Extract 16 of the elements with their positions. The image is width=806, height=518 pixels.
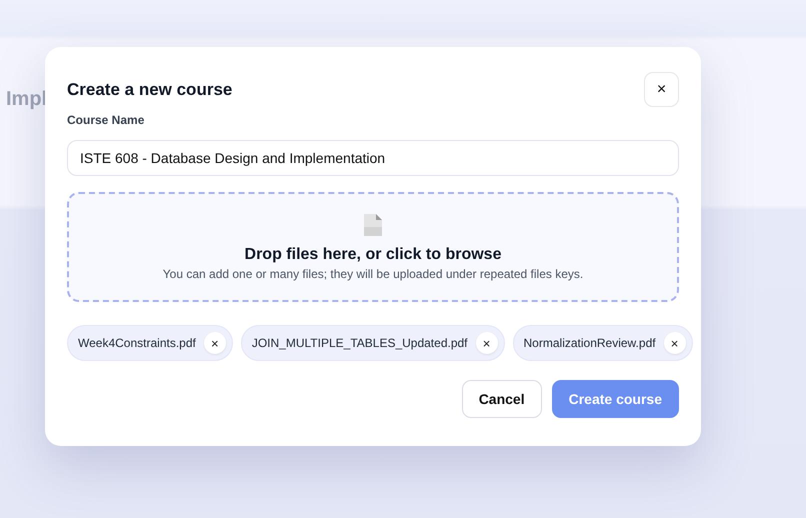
card-title: Impl [6,88,48,111]
dropzone-hint: You can add one or many files; they will be uploaded under repeated files keys. [162,267,584,281]
course-name-field[interactable]: ISTE 608 - Database Design and Implementation [67,140,679,176]
document-icon [363,213,383,237]
remove-file-button[interactable]: × [204,332,226,354]
dropzone[interactable]: Drop files here, or click to browse You can add one or many files; they will be uploaded under repeated files keys. [67,192,679,302]
dropzone-title: Drop files here, or click to browse [244,246,502,264]
remove-file-button[interactable]: × [664,332,686,354]
dialog-title: Create a new course [67,80,232,100]
remove-file-button[interactable]: × [476,332,498,354]
close-button[interactable]: × [644,72,679,107]
cancel-button[interactable]: Cancel [462,380,542,418]
file-name: JOIN_MULTIPLE_TABLES_Updated.pdf [252,336,468,350]
field-label: Course Name [67,113,144,127]
file-name: Week4Constraints.pdf [78,336,196,350]
file-name: NormalizationReview.pdf [524,336,656,350]
